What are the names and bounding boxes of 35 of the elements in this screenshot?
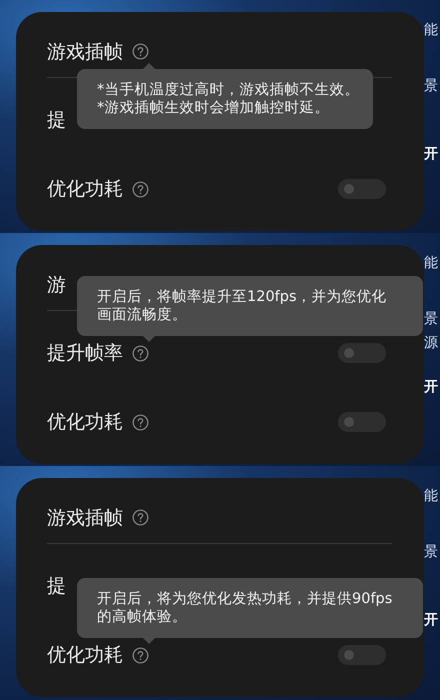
help-icon[interactable] [132, 43, 149, 60]
background-text: 景 [424, 311, 438, 327]
setting-label: 优化功耗 [47, 410, 123, 434]
background-text: 能 [424, 255, 438, 271]
background-text: 能 [424, 22, 438, 38]
help-icon[interactable] [132, 646, 149, 664]
toggle-switch[interactable] [338, 343, 386, 363]
help-icon[interactable] [132, 344, 149, 362]
background-text: 能 [424, 488, 438, 504]
help-icon[interactable] [132, 414, 149, 430]
help-icon[interactable] [132, 509, 149, 526]
help-icon[interactable] [132, 180, 149, 198]
tooltip-text: 开启后，将帧率提升至120fps，并为您优化 [97, 288, 388, 306]
background-text: 源 [424, 335, 438, 351]
tooltip-text: 的高帧体验。 [97, 608, 188, 626]
setting-label: 游戏插帧 [47, 506, 123, 530]
background-text: 景 [424, 544, 438, 560]
setting-label: 游 [47, 272, 66, 296]
background-text: 景 [424, 78, 438, 94]
toggle-switch[interactable] [338, 645, 386, 665]
tooltip-text: *当手机温度过高时，游戏插帧不生效。 [97, 80, 360, 98]
setting-label: 游戏插帧 [47, 40, 123, 64]
background-text: 开 [424, 146, 438, 162]
background-text: 开 [424, 612, 438, 628]
tooltip-text: *游戏插帧生效时会增加触控时延。 [97, 98, 330, 116]
setting-label: 优化功耗 [47, 643, 123, 667]
tooltip-text: 开启后，将为您优化发热功耗，并提供90fps [97, 590, 394, 608]
setting-label: 提升帧率 [47, 341, 123, 365]
setting-label: 提 [47, 574, 66, 598]
setting-label: 优化功耗 [47, 177, 123, 201]
background-text: 开 [424, 379, 438, 395]
tooltip-text: 画面流畅度。 [97, 306, 188, 324]
toggle-switch[interactable] [338, 412, 386, 432]
setting-label: 提 [47, 108, 66, 132]
toggle-switch[interactable] [338, 179, 386, 199]
